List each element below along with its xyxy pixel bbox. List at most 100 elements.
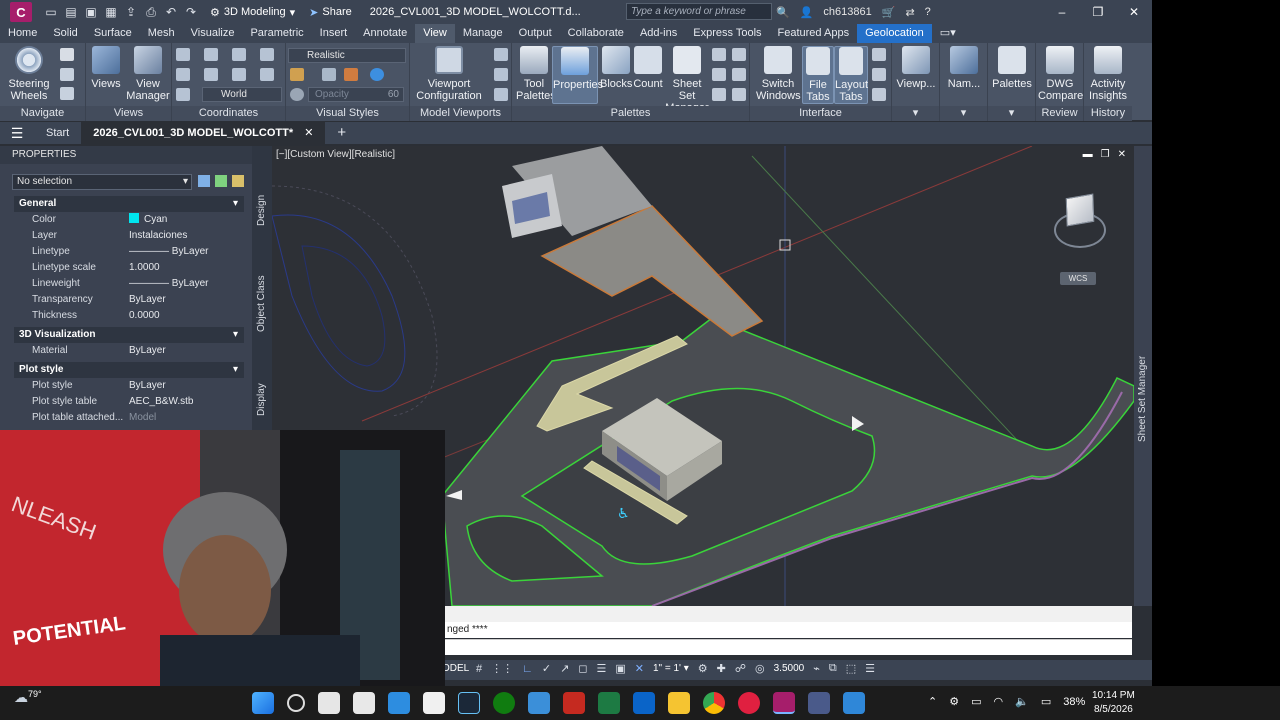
save-as-icon[interactable]: ▦ xyxy=(104,5,118,19)
property-row[interactable]: Thickness 0.0000 xyxy=(14,308,244,324)
battery-icon[interactable]: ▭ xyxy=(1041,695,1051,708)
store-app-icon[interactable] xyxy=(423,692,445,714)
property-row[interactable]: Color Cyan xyxy=(14,212,244,228)
tab-home[interactable]: Home xyxy=(0,24,45,43)
chat-app-icon[interactable] xyxy=(388,692,410,714)
tab-collaborate[interactable]: Collaborate xyxy=(560,24,632,43)
tab-add-ins[interactable]: Add-ins xyxy=(632,24,685,43)
tile-vertical-icon[interactable] xyxy=(872,68,886,81)
redo-icon[interactable]: ↷ xyxy=(184,5,198,19)
search-icon[interactable] xyxy=(287,694,305,712)
tab-design[interactable]: Design xyxy=(256,195,267,226)
3d-visualization-section[interactable]: 3D Visualization ▾ xyxy=(14,327,244,343)
search-icon[interactable]: 🔍 xyxy=(776,6,790,19)
search-input[interactable]: Type a keyword or phrase xyxy=(626,3,772,20)
tab-featured-apps[interactable]: Featured Apps xyxy=(770,24,858,43)
tab-mesh[interactable]: Mesh xyxy=(140,24,183,43)
pan-hand-icon[interactable] xyxy=(60,48,74,61)
ucs-icon[interactable] xyxy=(176,48,190,61)
app-logo[interactable]: C xyxy=(10,2,32,22)
sketch-app-icon[interactable] xyxy=(843,692,865,714)
volume-icon[interactable]: 🔈 xyxy=(1015,695,1029,708)
snap-icon[interactable]: ⋮⋮ xyxy=(491,662,513,675)
property-row[interactable]: Material ByLayer xyxy=(14,343,244,359)
property-row[interactable]: Plot style ByLayer xyxy=(14,378,244,394)
autocad-taskbar-icon[interactable] xyxy=(773,692,795,714)
chrome-icon[interactable] xyxy=(703,692,725,714)
navigate-panel-label[interactable]: Navigate xyxy=(0,106,85,121)
orbit-icon[interactable] xyxy=(60,68,74,81)
tab-manage[interactable]: Manage xyxy=(455,24,511,43)
properties-button[interactable]: Properties xyxy=(552,46,603,104)
photos-app-icon[interactable] xyxy=(528,692,550,714)
customization-menu-icon[interactable]: ☰ xyxy=(865,662,875,675)
user-icon[interactable]: 👤 xyxy=(800,6,814,19)
external-references-icon[interactable] xyxy=(712,68,726,81)
palettes-panel-label[interactable]: Palettes xyxy=(512,106,749,121)
start-tab[interactable]: Start xyxy=(34,122,81,144)
ucs-origin-icon[interactable] xyxy=(204,68,218,81)
file-tabs-button[interactable]: File Tabs xyxy=(802,46,834,104)
open-folder-icon[interactable]: ▤ xyxy=(64,5,78,19)
hardware-acceleration-icon[interactable]: ⧉ xyxy=(829,662,837,675)
units-icon[interactable]: ◎ xyxy=(755,662,765,675)
tool-palettes-button[interactable]: Tool Palettes xyxy=(516,46,556,102)
new-file-icon[interactable]: ▭ xyxy=(44,5,58,19)
general-section[interactable]: General ▾ xyxy=(14,196,244,212)
texture-icon[interactable] xyxy=(344,68,358,81)
system-clock[interactable]: 10:14 PM 8/5/2026 xyxy=(1092,689,1135,717)
viewport-tools-button[interactable]: Viewp... xyxy=(894,46,938,90)
viewport-maximize-icon[interactable]: ❐ xyxy=(1101,149,1110,160)
layer-properties-icon[interactable] xyxy=(712,48,726,61)
plot-style-section[interactable]: Plot style ▾ xyxy=(14,362,244,378)
tab-output[interactable]: Output xyxy=(511,24,560,43)
outlook-icon[interactable] xyxy=(633,692,655,714)
viewport-configuration-button[interactable]: Viewport Configuration xyxy=(416,46,482,102)
close-icon[interactable]: ✕ xyxy=(304,127,313,139)
sheet-set-manager-strip[interactable]: Sheet Set Manager xyxy=(1134,146,1152,606)
tab-object-class[interactable]: Object Class xyxy=(256,275,267,332)
ucs-view-icon[interactable] xyxy=(232,68,246,81)
xbox-icon[interactable] xyxy=(493,692,515,714)
tab-surface[interactable]: Surface xyxy=(86,24,140,43)
tab-insert[interactable]: Insert xyxy=(312,24,356,43)
network-app-icon[interactable] xyxy=(808,692,830,714)
files-app-icon[interactable] xyxy=(353,692,375,714)
help-icon[interactable]: ? xyxy=(925,6,931,18)
design-center-icon[interactable] xyxy=(732,48,746,61)
wcs-button[interactable]: WCS xyxy=(1060,272,1096,285)
ucs-3point-icon[interactable] xyxy=(204,48,218,61)
tile-horizontal-icon[interactable] xyxy=(872,48,886,61)
polar-icon[interactable]: ✓ xyxy=(542,662,551,675)
active-file-tab[interactable]: 2026_CVL001_3D MODEL_WOLCOTT* ✕ xyxy=(81,122,326,144)
minimize-button[interactable]: – xyxy=(1044,0,1080,24)
print-icon[interactable]: ⎙ xyxy=(144,5,158,19)
command-input[interactable] xyxy=(445,639,1132,655)
ribbon-minimize-icon[interactable]: ▭▾ xyxy=(932,24,964,43)
environment-sphere-icon[interactable] xyxy=(370,68,384,81)
save-icon[interactable]: ▣ xyxy=(84,5,98,19)
select-objects-icon[interactable] xyxy=(215,175,227,187)
xray-icon[interactable] xyxy=(290,88,304,101)
annotation-visibility-icon[interactable]: ✕ xyxy=(635,662,644,675)
file-explorer-icon[interactable] xyxy=(668,692,690,714)
quick-select-icon[interactable] xyxy=(232,175,244,187)
steering-wheels-button[interactable]: Steering Wheels xyxy=(6,46,52,102)
sheet-set-manager-button[interactable]: Sheet Set Manager xyxy=(664,46,710,114)
property-row[interactable]: Plot table attached... Model xyxy=(14,410,244,426)
palettes-extra-dropdown-icon[interactable]: ▾ xyxy=(988,106,1035,121)
palettes-extra-button[interactable]: Palettes xyxy=(990,46,1034,90)
steam-icon[interactable] xyxy=(458,692,480,714)
visual-styles-panel-label[interactable]: Visual Styles xyxy=(286,106,409,121)
media-player-icon[interactable] xyxy=(738,692,760,714)
named-viewports-icon[interactable] xyxy=(494,48,508,61)
lock-ui-icon[interactable]: ⌁ xyxy=(813,662,820,675)
workspace-gear-icon[interactable]: ⚙ xyxy=(698,662,708,675)
zoom-extents-icon[interactable] xyxy=(60,87,74,100)
property-row[interactable]: Layer Instalaciones xyxy=(14,228,244,244)
undo-icon[interactable]: ↶ xyxy=(164,5,178,19)
coordinates-world-dropdown[interactable]: World xyxy=(202,87,282,102)
task-view-icon[interactable] xyxy=(318,692,340,714)
ucs-y-icon[interactable] xyxy=(260,48,274,61)
command-line-icon[interactable] xyxy=(732,88,746,101)
